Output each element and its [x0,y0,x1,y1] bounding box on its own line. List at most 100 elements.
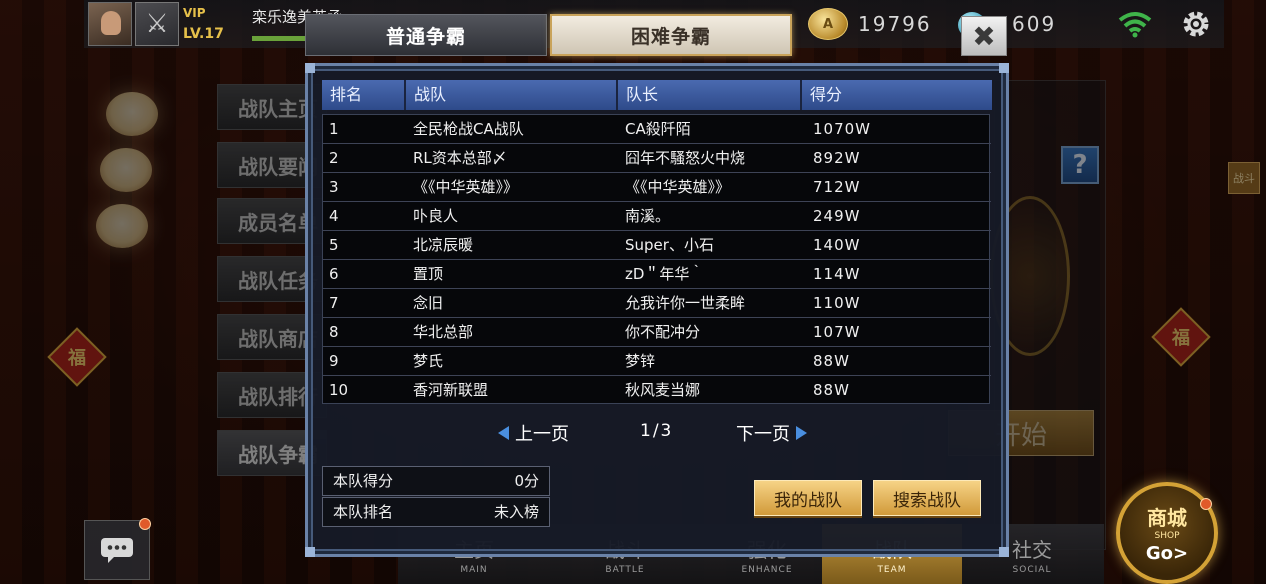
rank-cell: 7 [329,294,339,312]
score-cell: 892W [813,149,861,167]
nav-social-label: 社交 [1012,537,1052,562]
nav-main-en: MAIN [460,564,488,575]
team-cell: 念旧 [413,294,444,312]
captain-cell: 允我许你一世柔眸 [625,294,746,312]
captain-cell: 囧年不騷怒火中烧 [625,149,746,167]
page-indicator: 1/3 [640,421,674,441]
table-row[interactable]: 5 北凉辰暖 Super、小石 140W [323,231,991,260]
table-row[interactable]: 8 华北总部 你不配冲分 107W [323,318,991,347]
shop-en-label: SHOP [1154,531,1180,541]
column-score[interactable]: 得分 [802,80,992,110]
shop-label: 商城 [1147,506,1187,530]
team-cell: RL资本总部〆 [413,149,507,167]
team-score-value: 0分 [514,472,539,490]
rank-cell: 6 [329,265,339,283]
nav-team-en: TEAM [877,564,907,575]
nav-enhance-en: ENHANCE [741,564,793,575]
dialog-corner [999,547,1009,557]
shop-go-label: Go> [1145,543,1189,564]
table-row[interactable]: 7 念旧 允我许你一世柔眸 110W [323,289,991,318]
vip-label: VIP [183,6,206,20]
close-icon[interactable]: ✖ [961,16,1007,56]
avatar[interactable] [88,2,132,46]
my-team-button[interactable]: 我的战队 [754,480,862,516]
nav-social-en: SOCIAL [1012,564,1052,575]
team-score-box: 本队得分 0分 [322,466,550,496]
team-rank-value: 未入榜 [493,503,539,521]
score-cell: 110W [813,294,861,312]
table-row[interactable]: 4 卟良人 南溪。 249W [323,202,991,231]
rank-cell: 5 [329,236,339,254]
team-cell: 《《中华英雄》》 [413,178,519,196]
column-captain[interactable]: 队长 [618,80,802,110]
xp-bar [252,36,306,41]
score-cell: 712W [813,178,861,196]
score-cell: 114W [813,265,861,283]
rank-cell: 9 [329,352,339,370]
coin-count: 19796 [858,12,932,36]
table-row[interactable]: 6 置顶 zD＂年华｀ 114W [323,260,991,289]
captain-cell: Super、小石 [625,236,714,254]
ranking-table-header: 排名 战队 队长 得分 [322,80,992,110]
column-team[interactable]: 战队 [406,80,618,110]
team-cell: 北凉辰暖 [413,236,474,254]
rank-cell: 4 [329,207,339,225]
next-page-button[interactable]: 下一页 [736,421,807,445]
table-row[interactable]: 9 梦氏 梦锌 88W [323,347,991,376]
prev-page-label: 上一页 [515,424,569,445]
wifi-icon [1118,12,1152,38]
chat-notification-dot [139,518,151,530]
captain-cell: 你不配冲分 [625,323,701,341]
team-cell: 华北总部 [413,323,474,341]
table-row[interactable]: 2 RL资本总部〆 囧年不騷怒火中烧 892W [323,144,991,173]
dialog-corner [305,63,315,73]
dialog-corner [999,63,1009,73]
team-rank-label: 本队排名 [333,503,394,521]
prev-page-button[interactable]: 上一页 [498,421,569,445]
team-cell: 香河新联盟 [413,381,489,399]
captain-cell: 秋风麦当娜 [625,381,701,399]
gem-count: 609 [1012,12,1057,36]
rank-cell: 2 [329,149,339,167]
column-rank[interactable]: 排名 [322,80,406,110]
dialog-corner [305,547,315,557]
gold-coin-icon: A [808,8,848,40]
score-cell: 88W [813,352,850,370]
table-row[interactable]: 1 全民枪战CA战队 CA殺阡陌 1070W [323,115,991,144]
arrow-right-icon [796,426,807,440]
rank-cell: 3 [329,178,339,196]
score-cell: 88W [813,381,850,399]
gear-icon[interactable] [1180,8,1212,40]
score-cell: 107W [813,323,861,341]
team-cell: 置顶 [413,265,444,283]
captain-cell: 南溪。 [625,207,671,225]
rank-cell: 1 [329,120,339,138]
team-cell: 卟良人 [413,207,459,225]
player-level: LV.17 [183,26,224,42]
shop-button[interactable]: 商城 SHOP Go> [1116,482,1218,584]
ranking-table: 1 全民枪战CA战队 CA殺阡陌 1070W 2 RL资本总部〆 囧年不騷怒火中… [322,114,991,405]
table-row[interactable]: 10 香河新联盟 秋风麦当娜 88W [323,376,991,405]
score-cell: 140W [813,236,861,254]
chat-button[interactable] [84,520,150,580]
score-cell: 1070W [813,120,872,138]
table-row[interactable]: 3 《《中华英雄》》 《《中华英雄》》 712W [323,173,991,202]
score-cell: 249W [813,207,861,225]
weapon-slot-icon[interactable]: ⚔ [135,2,179,46]
team-cell: 梦氏 [413,352,444,370]
arrow-left-icon [498,426,509,440]
search-team-button[interactable]: 搜索战队 [873,480,981,516]
captain-cell: zD＂年华｀ [625,265,705,283]
team-rank-box: 本队排名 未入榜 [322,497,550,527]
captain-cell: 《《中华英雄》》 [625,178,731,196]
rank-cell: 10 [329,381,349,399]
team-cell: 全民枪战CA战队 [413,120,524,138]
chat-bubble-icon [101,538,133,563]
tab-normal-contest[interactable]: 普通争霸 [305,14,547,56]
nav-battle-en: BATTLE [605,564,645,575]
captain-cell: 梦锌 [625,352,656,370]
team-score-label: 本队得分 [333,472,394,490]
shop-notification-dot [1200,498,1212,510]
rank-cell: 8 [329,323,339,341]
tab-hard-contest[interactable]: 困难争霸 [550,14,792,56]
